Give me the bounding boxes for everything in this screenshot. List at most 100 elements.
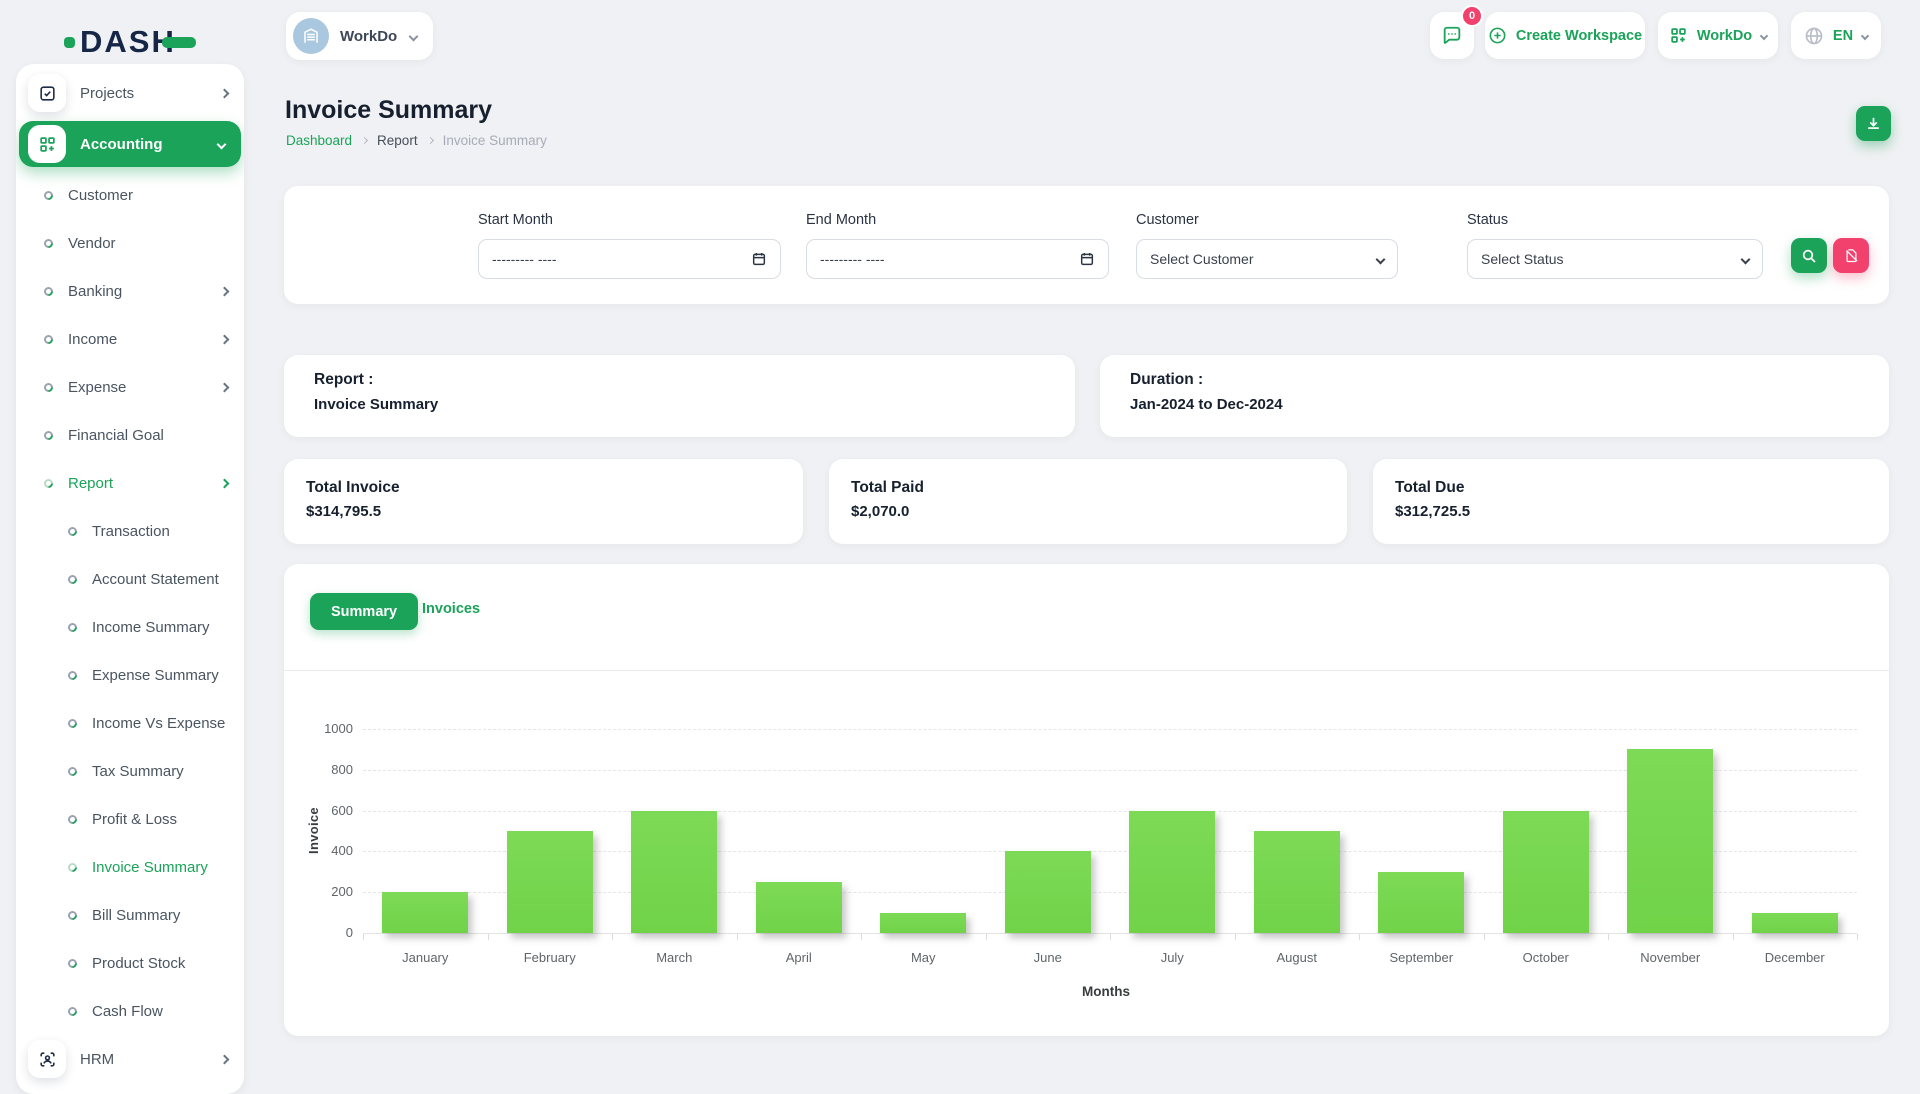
x-axis-tick: [612, 934, 613, 940]
sidebar-item-profit-loss[interactable]: Profit & Loss: [16, 795, 244, 843]
x-axis-tick: [737, 934, 738, 940]
logo-dash-icon: [162, 37, 196, 48]
sidebar-item-expense[interactable]: Expense: [16, 363, 244, 411]
chevron-right-icon: [220, 88, 230, 98]
report-card: Report : Invoice Summary: [284, 355, 1075, 437]
language-selector[interactable]: EN: [1791, 12, 1881, 59]
bar-march[interactable]: [631, 811, 717, 933]
bar-february[interactable]: [507, 831, 593, 933]
language-label: EN: [1833, 28, 1853, 44]
x-axis-label: June: [986, 950, 1111, 965]
messages-button[interactable]: 0: [1430, 12, 1474, 59]
chevron-right-icon: [220, 286, 230, 296]
create-workspace-button[interactable]: Create Workspace: [1485, 12, 1645, 59]
bullet-icon: [66, 909, 79, 922]
create-workspace-label: Create Workspace: [1516, 28, 1642, 44]
chart-card: Summary Invoices 02004006008001000Januar…: [284, 564, 1889, 1036]
chevron-right-icon: [220, 1054, 230, 1064]
hrm-scan-icon: [38, 1050, 57, 1069]
sidebar-item-invoice-summary[interactable]: Invoice Summary: [16, 843, 244, 891]
bar-august[interactable]: [1254, 831, 1340, 933]
bar-april[interactable]: [756, 882, 842, 933]
sidebar-item-vendor[interactable]: Vendor: [16, 219, 244, 267]
bar-september[interactable]: [1378, 872, 1464, 933]
status-select-value: Select Status: [1481, 251, 1564, 267]
sidebar-item-bill-summary[interactable]: Bill Summary: [16, 891, 244, 939]
breadcrumb-report-link[interactable]: Report: [377, 133, 418, 148]
y-axis-tick-label: 800: [301, 762, 353, 777]
start-month-input[interactable]: --------- ----: [478, 239, 781, 279]
search-button[interactable]: [1791, 238, 1827, 273]
sidebar-item-label: Report: [68, 475, 113, 492]
y-axis-tick-label: 200: [301, 884, 353, 899]
total-paid-card: Total Paid $2,070.0: [829, 459, 1347, 544]
x-axis-tick: [363, 934, 364, 940]
total-invoice-label: Total Invoice: [306, 479, 781, 497]
bar-january[interactable]: [382, 892, 468, 933]
sidebar-item-label: Banking: [68, 283, 122, 300]
bullet-icon: [66, 861, 79, 874]
sidebar-item-income[interactable]: Income: [16, 315, 244, 363]
sidebar-item-label: Projects: [80, 85, 134, 102]
workspace-menu-label: WorkDo: [1697, 28, 1752, 44]
bullet-icon: [66, 1005, 79, 1018]
x-axis-label: April: [737, 950, 862, 965]
bullet-icon: [42, 381, 55, 394]
workspace-menu-button[interactable]: WorkDo: [1658, 12, 1778, 59]
bullet-icon: [42, 429, 55, 442]
sidebar-item-accounting[interactable]: Accounting: [19, 121, 241, 167]
workspace-selector[interactable]: WorkDo: [286, 12, 433, 60]
sidebar-item-banking[interactable]: Banking: [16, 267, 244, 315]
bullet-icon: [66, 525, 79, 538]
total-paid-label: Total Paid: [851, 479, 1325, 497]
sidebar-item-financial-goal[interactable]: Financial Goal: [16, 411, 244, 459]
start-month-label: Start Month: [478, 212, 553, 228]
tab-invoices[interactable]: Invoices: [422, 601, 480, 617]
workspace-name: WorkDo: [340, 28, 397, 45]
x-axis-label: December: [1733, 950, 1858, 965]
sidebar-item-label: Product Stock: [92, 955, 185, 972]
end-month-placeholder: --------- ----: [820, 251, 885, 267]
total-paid-value: $2,070.0: [851, 503, 1325, 520]
sidebar-item-customer[interactable]: Customer: [16, 171, 244, 219]
reset-filter-button[interactable]: [1833, 238, 1869, 273]
notification-badge: 0: [1461, 5, 1483, 27]
sidebar-item-cash-flow[interactable]: Cash Flow: [16, 987, 244, 1035]
y-axis-tick-label: 1000: [301, 721, 353, 736]
sidebar-item-report[interactable]: Report: [16, 459, 244, 507]
bar-june[interactable]: [1005, 851, 1091, 933]
bar-july[interactable]: [1129, 811, 1215, 933]
sidebar-item-transaction[interactable]: Transaction: [16, 507, 244, 555]
status-select[interactable]: Select Status: [1467, 239, 1763, 279]
start-month-placeholder: --------- ----: [492, 251, 557, 267]
breadcrumb-dashboard-link[interactable]: Dashboard: [286, 133, 352, 148]
tab-summary[interactable]: Summary: [310, 593, 418, 630]
x-axis-label: November: [1608, 950, 1733, 965]
sidebar-item-expense-summary[interactable]: Expense Summary: [16, 651, 244, 699]
workspace-avatar: [293, 18, 329, 54]
download-button[interactable]: [1856, 106, 1891, 141]
sidebar-item-label: Customer: [68, 187, 133, 204]
bar-november[interactable]: [1627, 749, 1713, 933]
sidebar-item-hrm[interactable]: HRM: [16, 1035, 244, 1083]
chat-bubble-icon: [1441, 25, 1463, 47]
sidebar-item-income-vs-expense[interactable]: Income Vs Expense: [16, 699, 244, 747]
status-label: Status: [1467, 212, 1508, 228]
sidebar-item-account-statement[interactable]: Account Statement: [16, 555, 244, 603]
file-off-icon: [1844, 248, 1859, 263]
x-axis-title: Months: [1082, 984, 1130, 999]
end-month-input[interactable]: --------- ----: [806, 239, 1109, 279]
customer-select[interactable]: Select Customer: [1136, 239, 1398, 279]
sidebar-item-tax-summary[interactable]: Tax Summary: [16, 747, 244, 795]
sidebar-item-income-summary[interactable]: Income Summary: [16, 603, 244, 651]
sidebar-item-product-stock[interactable]: Product Stock: [16, 939, 244, 987]
breadcrumb: Dashboard Report Invoice Summary: [286, 133, 547, 148]
bar-october[interactable]: [1503, 811, 1589, 933]
bar-december[interactable]: [1752, 913, 1838, 933]
sidebar-item-label: Expense: [68, 379, 126, 396]
bar-may[interactable]: [880, 913, 966, 933]
sidebar-item-label: Tax Summary: [92, 763, 184, 780]
sidebar-item-projects[interactable]: Projects: [16, 69, 244, 117]
app-logo[interactable]: DASH: [64, 24, 196, 60]
chevron-down-icon: [1376, 254, 1386, 264]
